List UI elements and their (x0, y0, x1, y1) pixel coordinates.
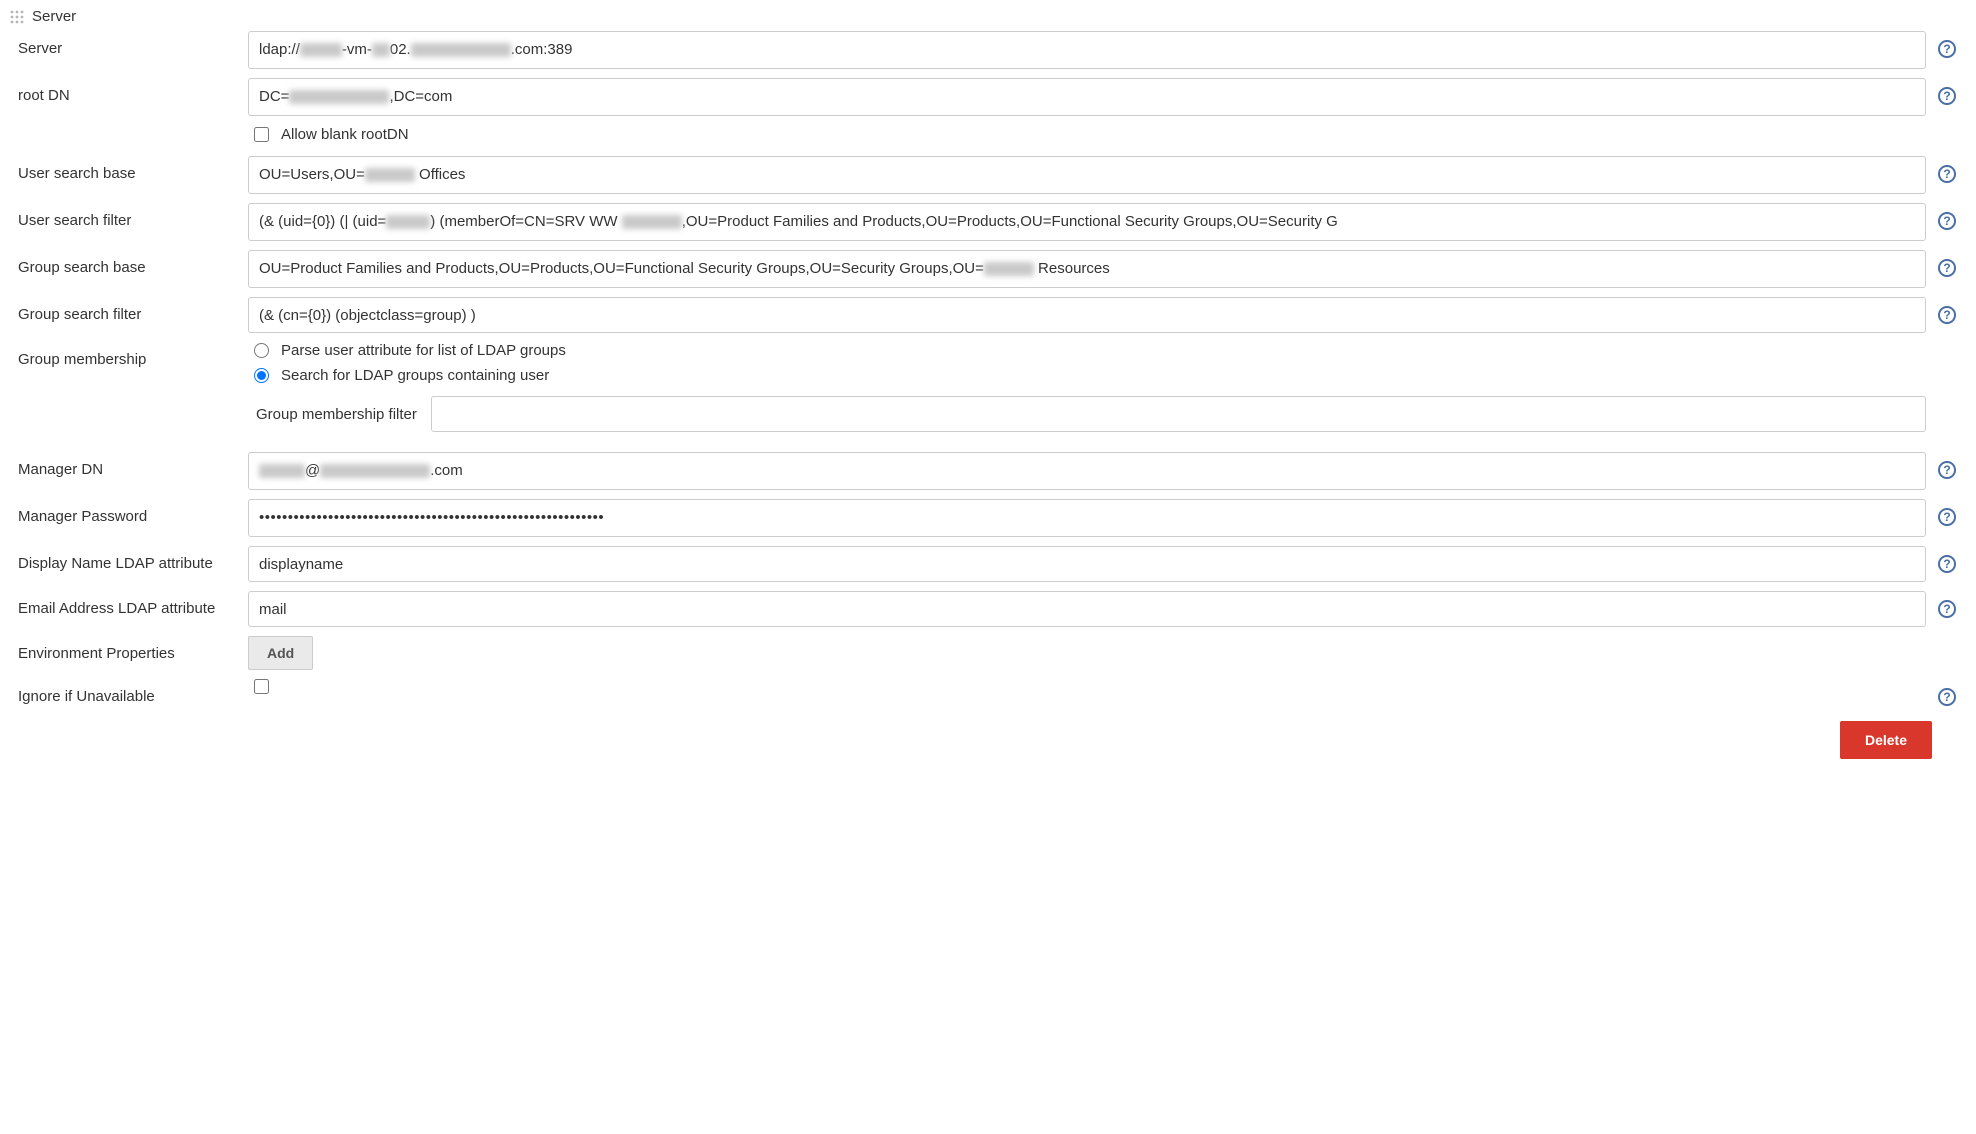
label-email-attr: Email Address LDAP attribute (18, 591, 240, 617)
label-manager-dn: Manager DN (18, 452, 240, 478)
radio-search-groups[interactable] (254, 368, 269, 383)
label-ignore-if-unavailable: Ignore if Unavailable (18, 679, 240, 705)
ignore-if-unavailable-checkbox[interactable] (254, 679, 269, 694)
help-icon[interactable]: ? (1938, 508, 1956, 526)
help-icon[interactable]: ? (1938, 165, 1956, 183)
label-manager-password: Manager Password (18, 499, 240, 525)
radio-search-label: Search for LDAP groups containing user (281, 367, 549, 384)
help-icon[interactable]: ? (1938, 461, 1956, 479)
help-icon[interactable]: ? (1938, 555, 1956, 573)
group-search-base-input[interactable]: OU=Product Families and Products,OU=Prod… (248, 250, 1926, 288)
help-icon[interactable]: ? (1938, 87, 1956, 105)
label-env-props: Environment Properties (18, 636, 240, 662)
allow-blank-rootdn-label: Allow blank rootDN (281, 126, 409, 143)
label-user-search-base: User search base (18, 156, 240, 182)
delete-button[interactable]: Delete (1840, 721, 1932, 759)
radio-parse-user-attr[interactable] (254, 343, 269, 358)
user-search-base-input[interactable]: OU=Users,OU= Offices (248, 156, 1926, 194)
group-search-filter-input[interactable] (248, 297, 1926, 333)
label-group-search-filter: Group search filter (18, 297, 240, 323)
label-user-search-filter: User search filter (18, 203, 240, 229)
svg-text:?: ? (1943, 602, 1950, 616)
server-input[interactable]: ldap://-vm-02..com:389 (248, 31, 1926, 69)
svg-text:?: ? (1943, 557, 1950, 571)
root-dn-input[interactable]: DC=,DC=com (248, 78, 1926, 116)
help-icon[interactable]: ? (1938, 688, 1956, 706)
svg-text:?: ? (1943, 167, 1950, 181)
help-icon[interactable]: ? (1938, 212, 1956, 230)
display-name-attr-input[interactable] (248, 546, 1926, 582)
svg-text:?: ? (1943, 308, 1950, 322)
label-display-name-attr: Display Name LDAP attribute (18, 546, 240, 572)
svg-text:?: ? (1943, 214, 1950, 228)
manager-password-input[interactable]: ••••••••••••••••••••••••••••••••••••••••… (248, 499, 1926, 537)
label-group-membership: Group membership (18, 342, 240, 368)
drag-handle-icon[interactable] (10, 10, 24, 24)
svg-text:?: ? (1943, 42, 1950, 56)
svg-text:?: ? (1943, 690, 1950, 704)
help-icon[interactable]: ? (1938, 600, 1956, 618)
allow-blank-rootdn-checkbox[interactable] (254, 127, 269, 142)
svg-text:?: ? (1943, 510, 1950, 524)
section-title: Server (32, 8, 76, 25)
add-button[interactable]: Add (248, 636, 313, 670)
label-root-dn: root DN (18, 78, 240, 104)
group-membership-filter-input[interactable] (431, 396, 1926, 432)
svg-text:?: ? (1943, 261, 1950, 275)
label-group-membership-filter: Group membership filter (256, 406, 417, 423)
label-group-search-base: Group search base (18, 250, 240, 276)
label-server: Server (18, 31, 240, 57)
email-attr-input[interactable] (248, 591, 1926, 627)
manager-dn-input[interactable]: @.com (248, 452, 1926, 490)
user-search-filter-input[interactable]: (& (uid={0}) (| (uid=) (memberOf=CN=SRV … (248, 203, 1926, 241)
radio-parse-label: Parse user attribute for list of LDAP gr… (281, 342, 566, 359)
help-icon[interactable]: ? (1938, 306, 1956, 324)
svg-text:?: ? (1943, 89, 1950, 103)
help-icon[interactable]: ? (1938, 259, 1956, 277)
help-icon[interactable]: ? (1938, 40, 1956, 58)
svg-text:?: ? (1943, 463, 1950, 477)
